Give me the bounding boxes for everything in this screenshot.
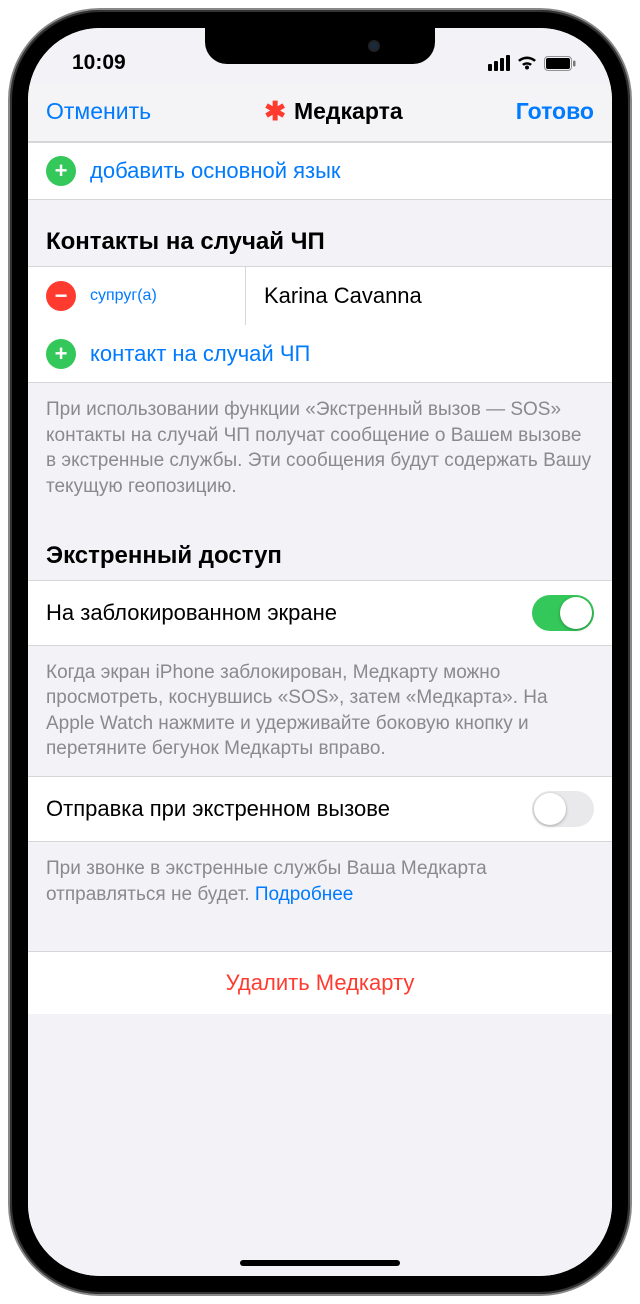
contact-name[interactable]: Karina Cavanna: [246, 267, 612, 325]
plus-icon: +: [46, 339, 76, 369]
minus-icon[interactable]: −: [46, 281, 76, 311]
add-contact-label: контакт на случай ЧП: [90, 341, 310, 367]
lockscreen-toggle[interactable]: [532, 595, 594, 631]
nav-bar: Отменить ✱ Медкарта Готово: [28, 84, 612, 142]
status-icons: [488, 55, 576, 71]
share-footer: При звонке в экстренные службы Ваша Медк…: [28, 842, 612, 921]
contact-row: − супруг(а) Karina Cavanna: [28, 266, 612, 325]
share-label: Отправка при экстренном вызове: [46, 796, 390, 822]
nav-title: ✱ Медкарта: [264, 96, 402, 127]
done-button[interactable]: Готово: [516, 98, 594, 125]
section-header-contacts: Контакты на случай ЧП: [28, 200, 612, 266]
lockscreen-row: На заблокированном экране: [28, 580, 612, 646]
nav-title-text: Медкарта: [294, 98, 403, 125]
contact-relation: супруг(а): [90, 287, 157, 305]
cellular-icon: [488, 55, 510, 71]
status-time: 10:09: [72, 51, 126, 75]
share-toggle[interactable]: [532, 791, 594, 827]
contact-relation-cell[interactable]: − супруг(а): [28, 267, 246, 325]
contacts-footer: При использовании функции «Экстренный вы…: [28, 383, 612, 514]
battery-icon: [544, 56, 576, 71]
home-indicator[interactable]: [240, 1260, 400, 1266]
learn-more-link[interactable]: Подробнее: [255, 884, 354, 905]
lockscreen-footer: Когда экран iPhone заблокирован, Медкарт…: [28, 646, 612, 777]
content[interactable]: + добавить основной язык Контакты на слу…: [28, 142, 612, 1276]
delete-button[interactable]: Удалить Медкарту: [28, 951, 612, 1014]
section-header-access: Экстренный доступ: [28, 514, 612, 580]
share-row: Отправка при экстренном вызове: [28, 776, 612, 842]
cancel-button[interactable]: Отменить: [46, 98, 151, 125]
add-language-label: добавить основной язык: [90, 158, 341, 184]
wifi-icon: [516, 55, 538, 71]
medical-id-icon: ✱: [264, 96, 286, 127]
phone-frame: 10:09 Отменить ✱ Медкарта Готово + добав…: [10, 10, 630, 1294]
add-language-row[interactable]: + добавить основной язык: [28, 142, 612, 200]
add-contact-row[interactable]: + контакт на случай ЧП: [28, 325, 612, 383]
screen: 10:09 Отменить ✱ Медкарта Готово + добав…: [28, 28, 612, 1276]
notch: [205, 28, 435, 64]
lockscreen-label: На заблокированном экране: [46, 600, 337, 626]
plus-icon: +: [46, 156, 76, 186]
camera-icon: [368, 40, 380, 52]
